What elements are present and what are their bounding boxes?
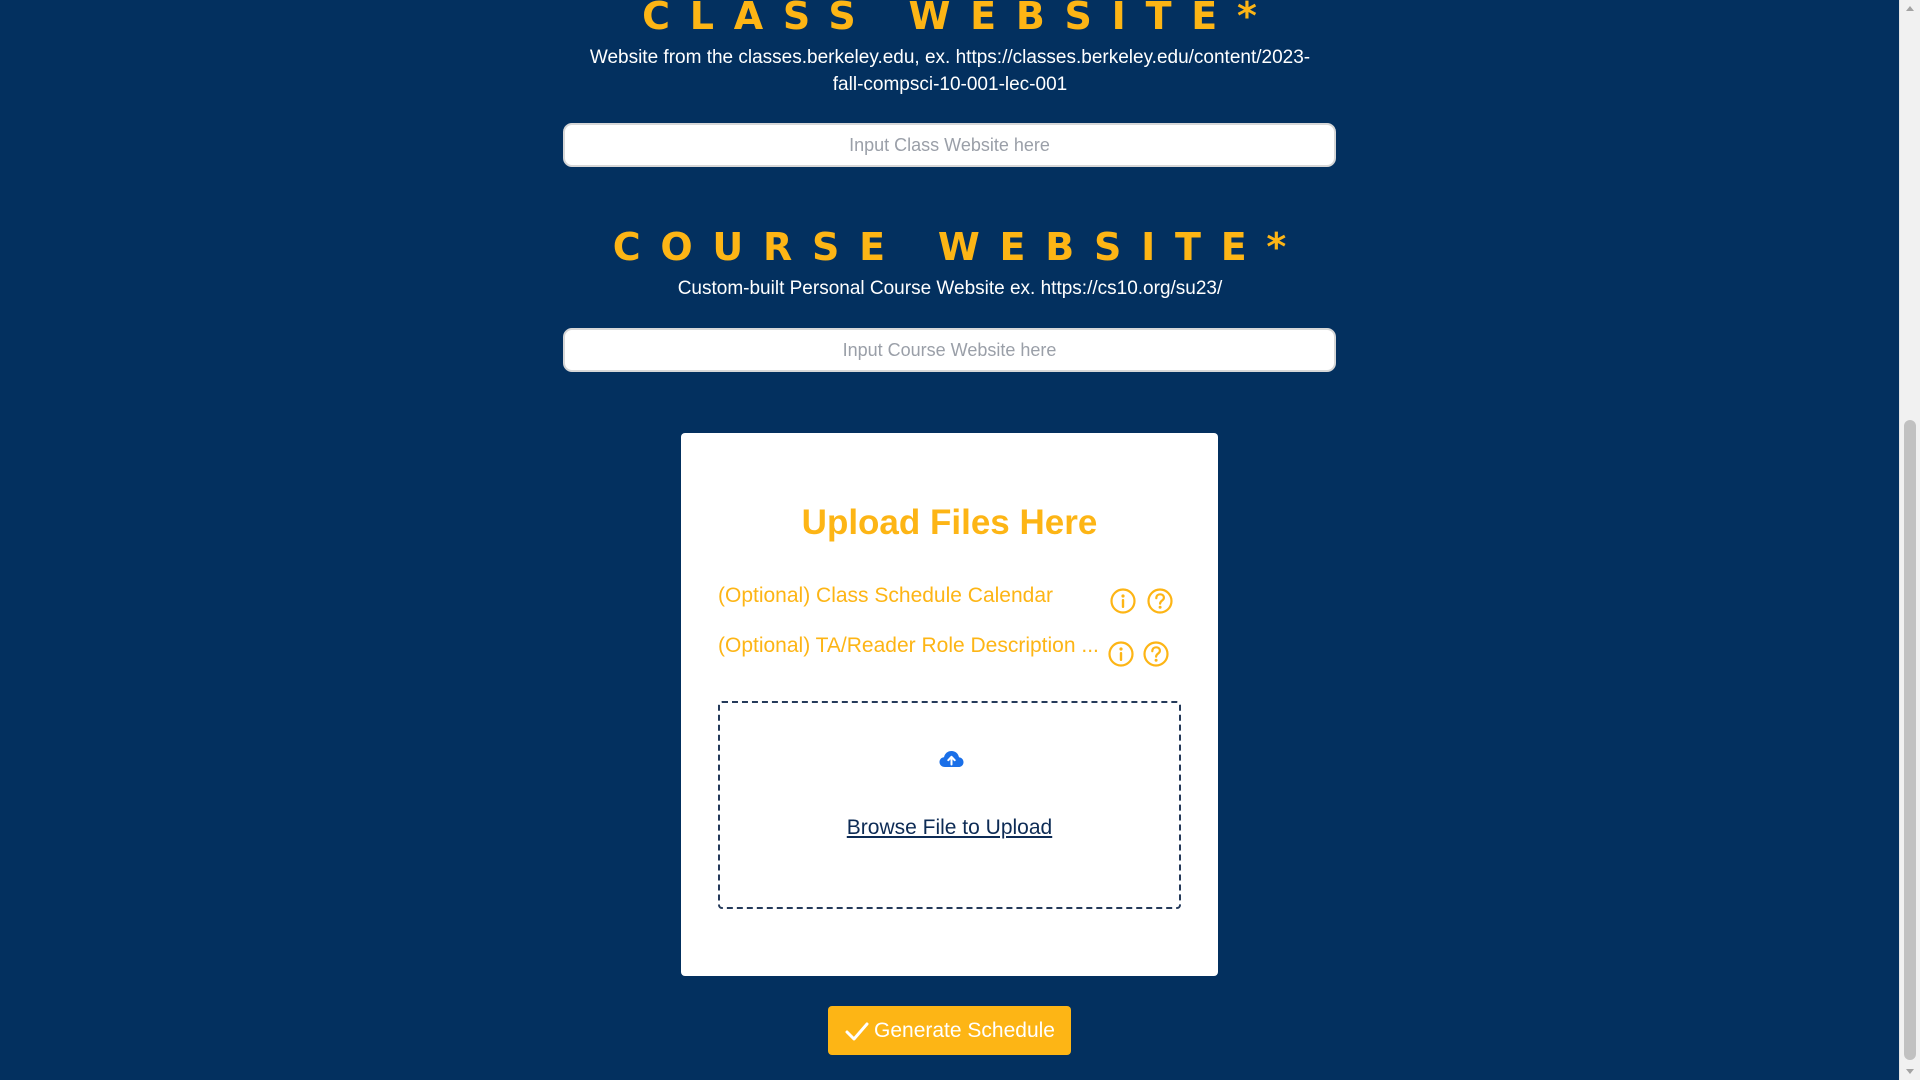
info-icon[interactable] [1108,641,1134,667]
cloud-upload-icon [939,751,964,767]
upload-card: Upload Files Here (Optional) Class Sched… [681,433,1218,976]
generate-schedule-button[interactable]: Generate Schedule [828,1006,1071,1055]
generate-schedule-label: Generate Schedule [874,1018,1055,1042]
page-content: CLASS WEBSITE* Website from the classes.… [0,0,1899,1080]
course-website-title: COURSE WEBSITE* [612,225,1307,269]
class-website-input[interactable] [563,123,1336,167]
upload-option-class-schedule[interactable]: (Optional) Class Schedule Calendar [718,583,1183,619]
help-icon[interactable] [1147,588,1173,614]
course-website-description: Custom-built Personal Course Website ex.… [677,278,1223,299]
upload-option-ta-role[interactable]: (Optional) TA/Reader Role Description ..… [718,633,1183,669]
scrollbar-thumb[interactable] [1904,420,1916,1060]
upload-heading: Upload Files Here [801,503,1098,542]
class-website-title: CLASS WEBSITE* [642,0,1277,38]
upload-option-label: (Optional) TA/Reader Role Description ..… [718,634,1099,657]
checkmark-icon [845,1022,869,1040]
vertical-scrollbar[interactable] [1899,0,1920,1080]
course-website-input[interactable] [563,328,1336,372]
file-dropzone[interactable]: Browse File to Upload [718,701,1181,909]
scroll-up-arrow-icon[interactable] [1900,0,1920,17]
upload-option-label: (Optional) Class Schedule Calendar [718,584,1054,607]
help-icon[interactable] [1143,641,1169,667]
class-website-description: Website from the classes.berkeley.edu, e… [589,47,1311,95]
scroll-down-arrow-icon[interactable] [1900,1063,1920,1080]
info-icon[interactable] [1110,588,1136,614]
browse-file-link[interactable]: Browse File to Upload [720,815,1179,841]
